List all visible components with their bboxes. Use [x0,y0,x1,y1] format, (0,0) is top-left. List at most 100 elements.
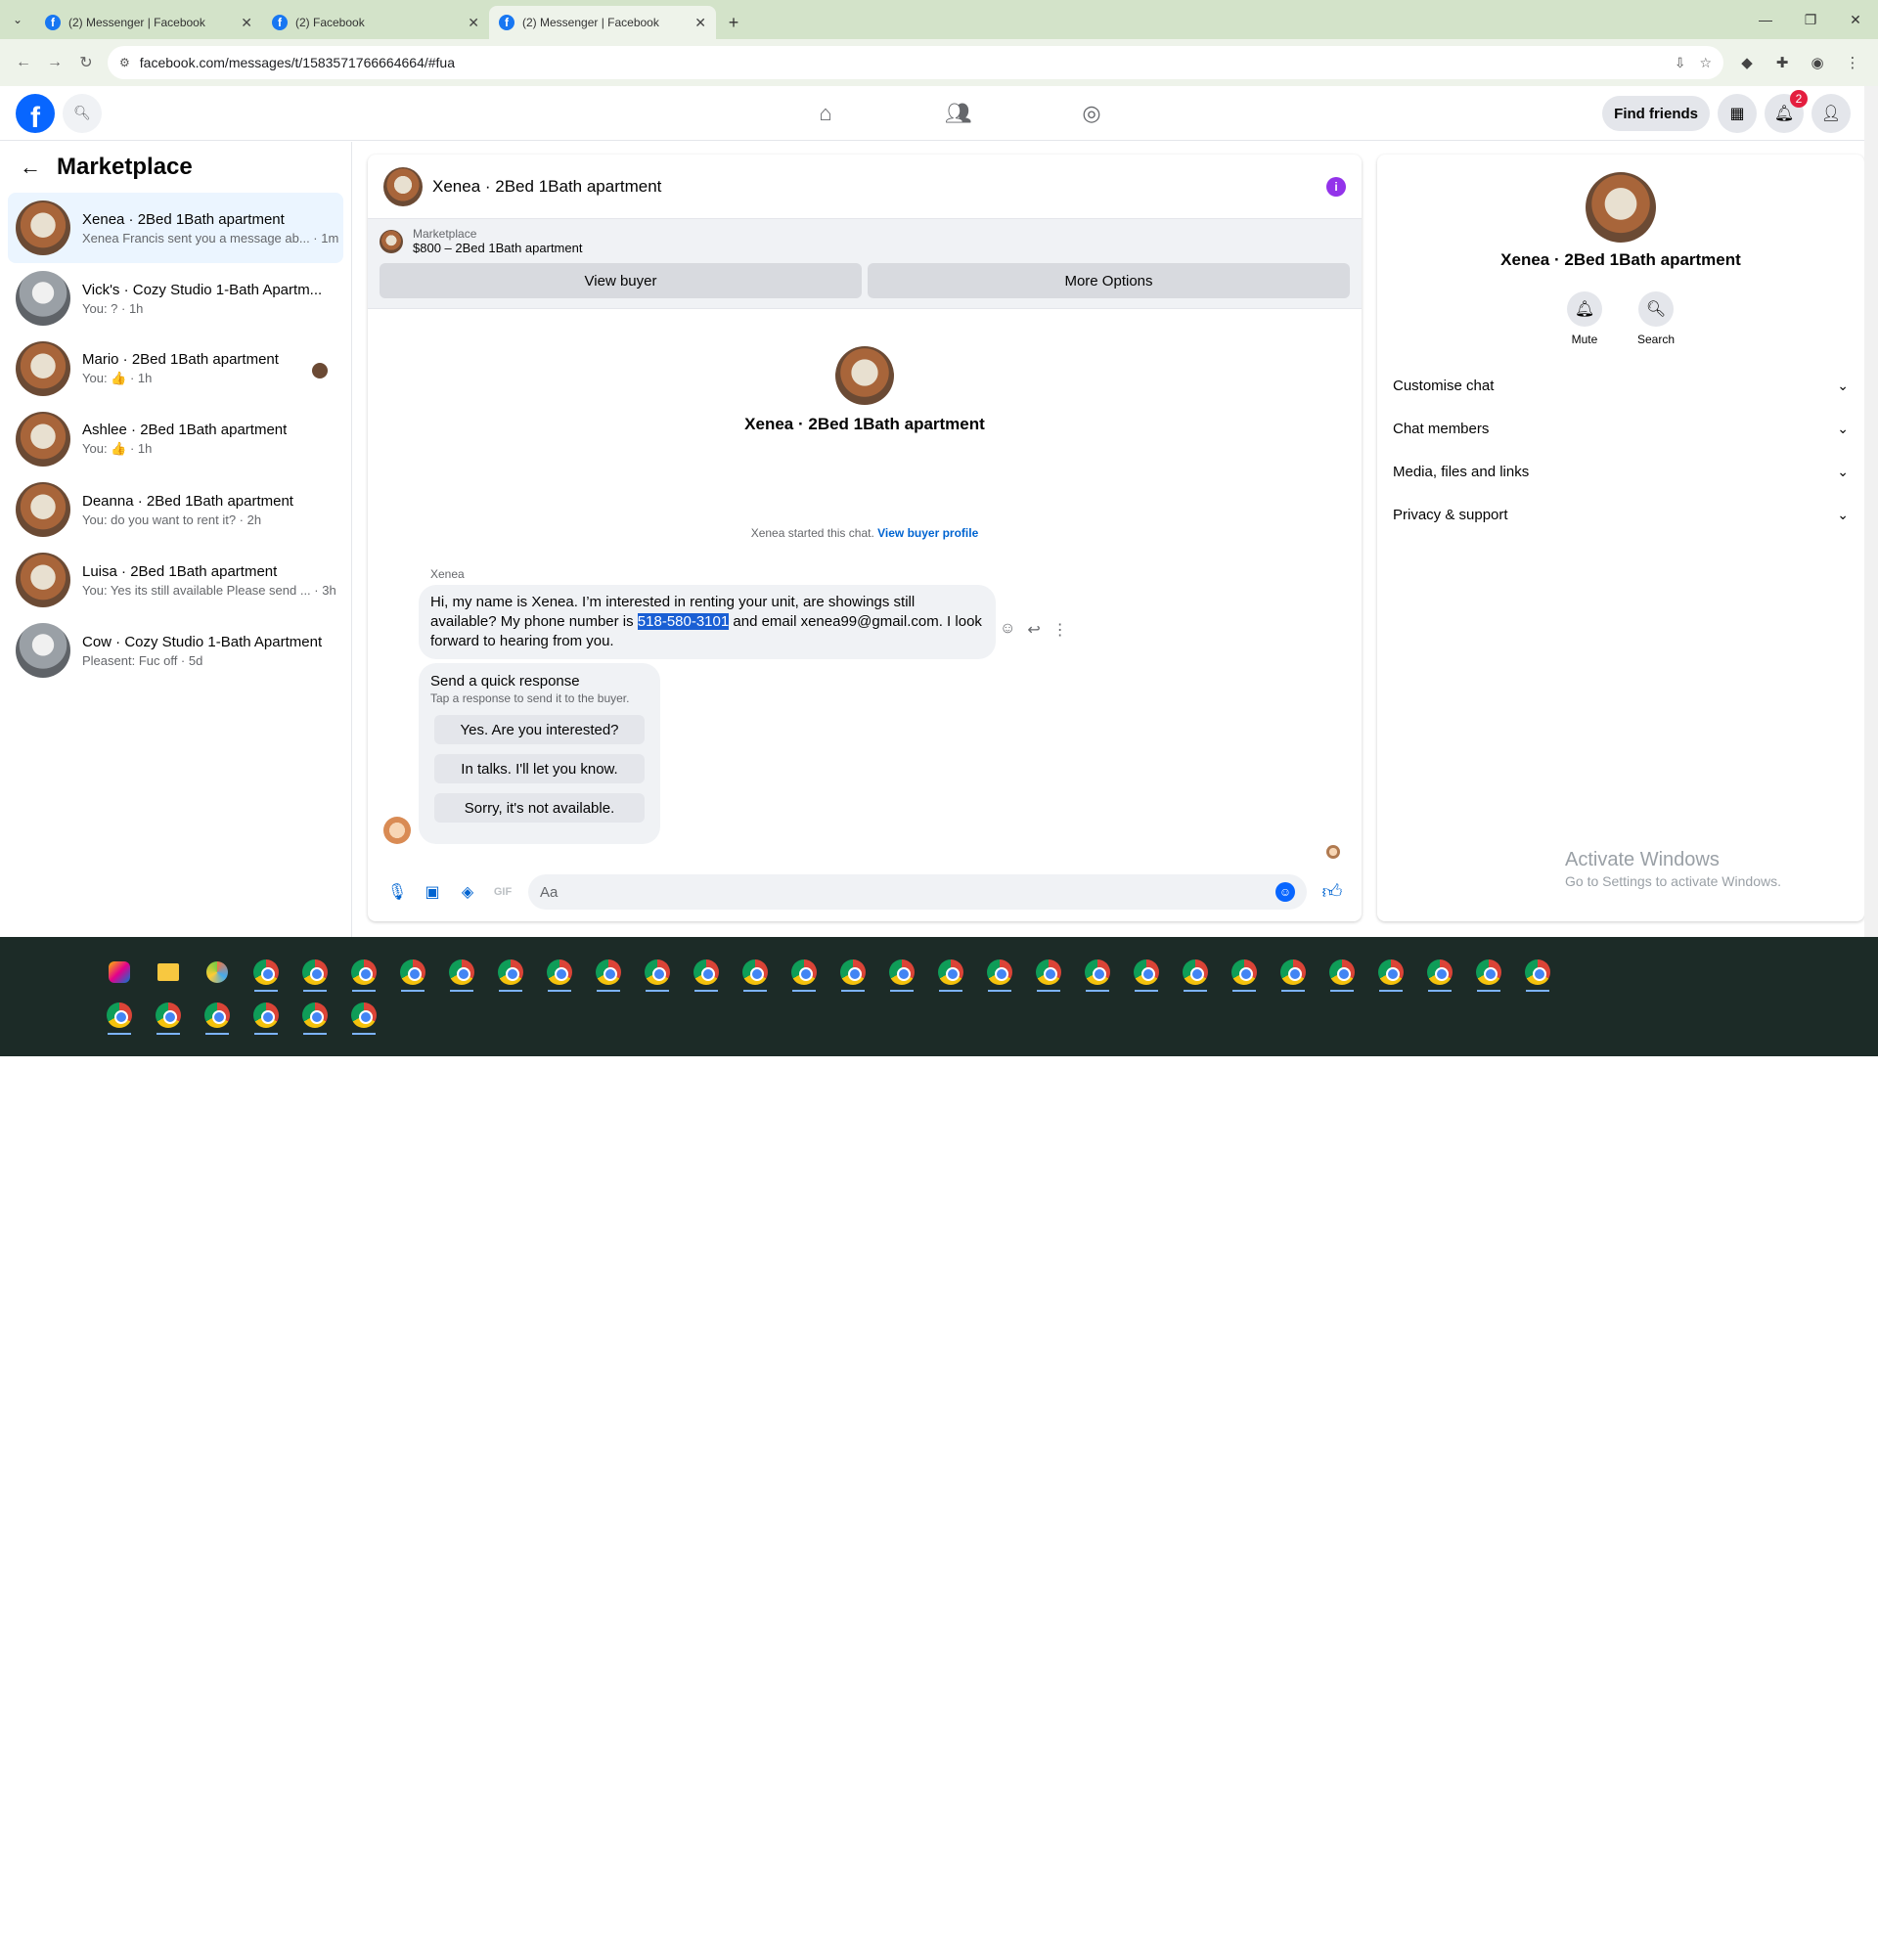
listing-title[interactable]: $800 – 2Bed 1Bath apartment [413,241,582,255]
chrome-icon[interactable] [444,955,479,992]
quick-response-option[interactable]: In talks. I'll let you know. [434,754,645,783]
file-explorer-icon[interactable] [151,955,186,990]
chrome-icon[interactable] [346,998,381,1035]
chevron-up-icon[interactable]: ⌃ [1744,1921,1754,1935]
quick-response-option[interactable]: Yes. Are you interested? [434,715,645,744]
chrome-icon[interactable] [1324,955,1360,992]
photo-icon[interactable]: ▣ [415,874,450,910]
profile-icon[interactable]: ◉ [1800,47,1835,78]
search-button[interactable]: 🔍︎ Search [1637,291,1675,346]
chrome-icon[interactable] [1080,955,1115,992]
back-arrow-icon[interactable]: ← [20,155,41,180]
install-icon[interactable]: ⇩ [1675,55,1686,71]
chrome-icon[interactable] [1227,955,1262,992]
weather-temp[interactable]: 23°C [1704,1921,1730,1935]
groups-icon[interactable]: ◎ [1025,86,1158,141]
section-chat-members[interactable]: Chat members ⌄ [1377,407,1864,450]
chrome-icon[interactable] [1275,955,1311,992]
browser-tab-3[interactable]: f (2) Messenger | Facebook ✕ [489,6,716,39]
mute-button[interactable]: 🔔︎ Mute [1566,291,1602,346]
chrome-icon[interactable] [689,955,724,992]
sticker-icon[interactable]: ◈ [450,874,485,910]
home-icon[interactable]: ⌂ [759,86,892,141]
chrome-icon[interactable] [151,998,186,1035]
bookmark-star-icon[interactable]: ☆ [1699,55,1712,71]
account-avatar[interactable]: 👤︎ [1811,94,1851,133]
menu-grid-icon[interactable]: ▦ [1718,94,1757,133]
conversation-item[interactable]: Deanna · 2Bed 1Bath apartment You: do yo… [8,474,343,545]
page-scrollbar[interactable] [1864,86,1878,937]
browser-tab-2[interactable]: f (2) Facebook ✕ [262,6,489,39]
section-privacy-support[interactable]: Privacy & support ⌄ [1377,493,1864,536]
notifications-bell-icon[interactable]: 🔔︎ 2 [1765,90,1808,133]
task-view-icon[interactable]: ▤ [61,1923,77,1943]
chat-title[interactable]: Xenea · 2Bed 1Bath apartment [432,177,1326,197]
avatar[interactable] [383,166,423,206]
minimize-icon[interactable]: — [1743,0,1788,39]
new-tab-button[interactable]: + [716,6,751,39]
network-icon[interactable]: ▭ [1767,1921,1778,1935]
more-icon[interactable]: ⋮ [1052,620,1068,640]
phone-number[interactable]: 518-580-3101 [637,613,730,630]
chrome-icon[interactable] [1373,955,1408,992]
chrome-icon[interactable] [297,955,333,992]
chrome-icon[interactable] [248,998,284,1035]
find-friends-button[interactable]: Find friends [1602,96,1710,131]
message-input[interactable]: Aa ☺ [528,874,1307,910]
copilot-icon[interactable] [102,955,137,990]
conversation-item[interactable]: Vick's · Cozy Studio 1-Bath Apartm... Yo… [8,263,343,334]
url-field[interactable]: ⚙ facebook.com/messages/t/15835717666646… [108,46,1723,79]
extension-icon[interactable]: ◆ [1729,47,1765,78]
info-icon[interactable]: i [1326,176,1346,197]
emoji-icon[interactable]: ☺ [1275,882,1295,902]
chrome-icon[interactable] [200,998,235,1035]
restore-icon[interactable]: ❐ [1788,0,1833,39]
chrome-icon[interactable] [738,955,773,992]
chrome-icon[interactable] [982,955,1017,992]
chrome-icon[interactable] [591,955,626,992]
react-emoji-icon[interactable]: ☺ [1000,620,1015,640]
chrome-icon[interactable] [640,955,675,992]
conversation-item[interactable]: Xenea · 2Bed 1Bath apartment Xenea Franc… [8,193,343,263]
chrome-icon[interactable] [346,955,381,992]
chrome-icon[interactable] [1471,955,1506,992]
close-window-icon[interactable]: ✕ [1833,0,1878,39]
notification-center-icon[interactable]: ▢ [1856,1921,1866,1935]
more-options-button[interactable]: More Options [868,263,1350,298]
conversation-item[interactable]: Ashlee · 2Bed 1Bath apartment You: 👍 · 1… [8,404,343,474]
facebook-logo-icon[interactable]: f [16,93,55,133]
browser-menu-icon[interactable]: ⋮ [1835,47,1870,78]
search-icon[interactable]: 🔍︎ [63,93,102,133]
conversation-item[interactable]: Mario · 2Bed 1Bath apartment You: 👍 · 1h [8,334,343,404]
friends-icon[interactable]: 👥︎ [892,86,1025,141]
view-buyer-profile-link[interactable]: View buyer profile [877,526,978,540]
site-settings-icon[interactable]: ⚙ [119,56,130,69]
chrome-icon[interactable] [884,955,919,992]
chrome-icon[interactable] [297,998,333,1035]
chrome-icon[interactable] [1031,955,1066,992]
gif-icon[interactable]: GIF [485,874,520,910]
forward-arrow-icon[interactable]: → [39,47,70,78]
back-arrow-icon[interactable]: ← [8,47,39,78]
chrome-icon[interactable] [542,955,577,992]
section-media-files-links[interactable]: Media, files and links ⌄ [1377,450,1864,493]
close-tab-icon[interactable]: ✕ [694,15,706,31]
like-thumb-icon[interactable]: 👍︎ [1315,874,1350,910]
chrome-icon[interactable] [933,955,968,992]
chrome-icon[interactable] [835,955,871,992]
chrome-icon[interactable] [1178,955,1213,992]
tab-search-button[interactable]: ⌄ [0,0,35,39]
close-tab-icon[interactable]: ✕ [241,15,252,31]
chrome-icon[interactable] [786,955,822,992]
clock[interactable]: 11:15 PM Monday 4/6/2026 [1792,1895,1841,1960]
windows-start-icon[interactable]: ⊞ [14,1923,30,1947]
view-buyer-button[interactable]: View buyer [380,263,862,298]
paint-icon[interactable] [200,955,235,990]
chrome-icon[interactable] [102,998,137,1035]
reply-icon[interactable]: ↩ [1027,620,1040,640]
chrome-icon[interactable] [248,955,284,992]
microphone-icon[interactable]: 🎙︎ [380,874,415,910]
conversation-item[interactable]: Luisa · 2Bed 1Bath apartment You: Yes it… [8,545,343,615]
chrome-icon[interactable] [395,955,430,992]
chrome-icon[interactable] [493,955,528,992]
